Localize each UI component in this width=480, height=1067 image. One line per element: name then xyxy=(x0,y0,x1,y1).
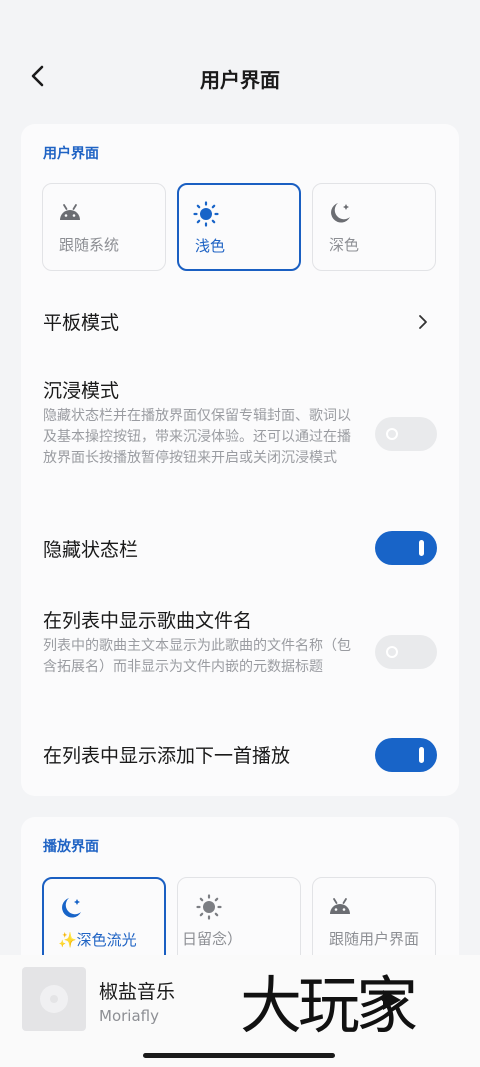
moon-icon xyxy=(62,898,81,918)
player-option-light[interactable]: 日留念） xyxy=(177,877,301,965)
android-icon xyxy=(330,898,350,914)
user-interface-card: 用户界面 跟随系统 浅色 深色 平板模式 沉浸模式 隐藏状态栏并在播放界面仅保留… xyxy=(21,124,459,796)
hide-statusbar-title: 隐藏状态栏 xyxy=(43,539,139,561)
immersive-mode-toggle[interactable] xyxy=(375,417,437,451)
section-title-player: 播放界面 xyxy=(43,839,99,855)
show-filename-toggle[interactable] xyxy=(375,635,437,669)
show-filename-title: 在列表中显示歌曲文件名 xyxy=(43,610,253,632)
theme-option-label: 浅色 xyxy=(195,237,226,255)
player-option-follow-ui[interactable]: 跟随用户界面 xyxy=(312,877,436,965)
sun-icon xyxy=(193,201,219,227)
player-option-label: 跟随用户界面 xyxy=(329,930,420,948)
toggle-knob xyxy=(386,428,398,440)
show-filename-desc: 列表中的歌曲主文本显示为此歌曲的文件名称（包含拓展名）而非显示为文件内嵌的元数据… xyxy=(43,638,351,675)
toggle-knob xyxy=(419,540,424,556)
home-indicator[interactable] xyxy=(143,1053,335,1058)
player-interface-card: 播放界面 ✨深色流光 日留念） 跟随用户界面 xyxy=(21,817,459,967)
android-icon xyxy=(60,204,80,220)
mini-player[interactable]: 椒盐音乐 Moriafly 大玩家 xyxy=(0,955,480,1067)
section-title-ui: 用户界面 xyxy=(43,146,99,162)
tablet-mode-title: 平板模式 xyxy=(43,312,120,334)
player-option-label: 日留念） xyxy=(182,930,243,948)
mini-player-title: 椒盐音乐 xyxy=(99,981,176,1003)
sun-icon xyxy=(196,894,222,920)
theme-option-dark[interactable]: 深色 xyxy=(312,183,436,271)
theme-option-follow-system[interactable]: 跟随系统 xyxy=(42,183,166,271)
immersive-mode-title: 沉浸模式 xyxy=(43,380,120,402)
player-option-dark-flow[interactable]: ✨深色流光 xyxy=(42,877,166,965)
toggle-knob xyxy=(419,747,424,763)
moon-icon xyxy=(331,203,350,223)
toggle-knob xyxy=(386,646,398,658)
mini-player-subtitle: Moriafly xyxy=(99,1007,159,1025)
theme-option-label: 深色 xyxy=(329,236,360,254)
top-bar: 用户界面 xyxy=(0,56,480,96)
album-cover[interactable] xyxy=(22,967,86,1031)
disc-hole xyxy=(50,995,58,1003)
page-title: 用户界面 xyxy=(200,68,280,92)
show-add-next-title: 在列表中显示添加下一首播放 xyxy=(43,745,291,767)
watermark-logo: 大玩家 xyxy=(240,969,418,1042)
theme-option-label: 跟随系统 xyxy=(59,236,120,254)
immersive-mode-desc: 隐藏状态栏并在播放界面仅保留专辑封面、歌词以及基本操控按钮，带来沉浸体验。还可以… xyxy=(43,408,351,466)
chevron-right-icon xyxy=(419,315,427,329)
hide-statusbar-toggle[interactable] xyxy=(375,531,437,565)
theme-option-light[interactable]: 浅色 xyxy=(177,183,301,271)
show-add-next-toggle[interactable] xyxy=(375,738,437,772)
player-option-label: ✨深色流光 xyxy=(58,931,137,949)
